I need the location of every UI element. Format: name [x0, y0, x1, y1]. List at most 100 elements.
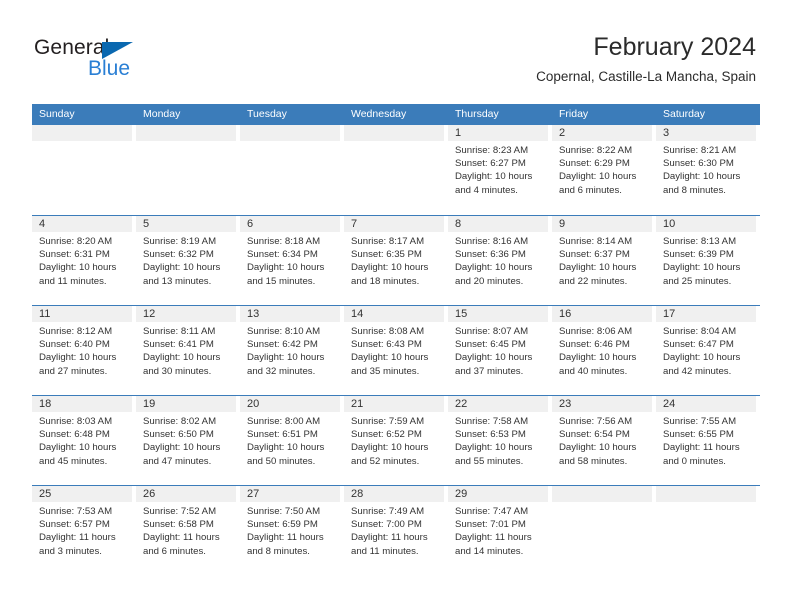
- day-number: 12: [136, 306, 236, 322]
- day-details: Sunrise: 8:06 AM Sunset: 6:46 PM Daylight:…: [552, 322, 654, 378]
- daylight-text-line2: and 58 minutes.: [559, 455, 628, 467]
- calendar-day-cell[interactable]: 15 Sunrise: 8:07 AM Sunset: 6:45 PM Dayligh…: [448, 306, 552, 395]
- sunrise-text: Sunrise: 7:50 AM: [247, 506, 321, 517]
- page-subtitle: Copernal, Castille-La Mancha, Spain: [536, 69, 756, 84]
- sunset-text: Sunset: 6:47 PM: [663, 339, 734, 351]
- day-number: 22: [448, 396, 548, 412]
- calendar-day-cell[interactable]: 25 Sunrise: 7:53 AM Sunset: 6:57 PM Dayligh…: [32, 486, 136, 575]
- day-details: [344, 141, 446, 144]
- daylight-text-line2: and 6 minutes.: [143, 545, 206, 557]
- calendar-day-cell[interactable]: 21 Sunrise: 7:59 AM Sunset: 6:52 PM Dayligh…: [344, 396, 448, 485]
- daylight-text-line2: and 6 minutes.: [559, 184, 622, 196]
- sunset-text: Sunset: 6:27 PM: [455, 158, 526, 170]
- calendar-day-cell[interactable]: 8 Sunrise: 8:16 AM Sunset: 6:36 PM Daylight…: [448, 216, 552, 305]
- calendar-day-cell[interactable]: 3 Sunrise: 8:21 AM Sunset: 6:30 PM Daylight…: [656, 125, 760, 215]
- calendar-day-cell[interactable]: 24 Sunrise: 7:55 AM Sunset: 6:55 PM Dayligh…: [656, 396, 760, 485]
- daylight-text-line1: Daylight: 10 hours: [247, 442, 325, 454]
- calendar-day-cell[interactable]: 10 Sunrise: 8:13 AM Sunset: 6:39 PM Dayligh…: [656, 216, 760, 305]
- sunrise-text: Sunrise: 8:11 AM: [143, 326, 216, 337]
- calendar-grid: Sunday Monday Tuesday Wednesday Thursday Frid…: [32, 104, 760, 575]
- sunrise-text: Sunrise: 8:03 AM: [39, 416, 113, 427]
- daylight-text-line1: Daylight: 10 hours: [559, 442, 637, 454]
- day-number: 1: [448, 125, 548, 141]
- calendar-day-cell[interactable]: 16 Sunrise: 8:06 AM Sunset: 6:46 PM Dayligh…: [552, 306, 656, 395]
- daylight-text-line1: Daylight: 11 hours: [143, 532, 220, 544]
- sunrise-text: Sunrise: 7:47 AM: [455, 506, 529, 517]
- daylight-text-line1: Daylight: 10 hours: [143, 352, 221, 364]
- calendar-day-cell[interactable]: 18 Sunrise: 8:03 AM Sunset: 6:48 PM Dayligh…: [32, 396, 136, 485]
- day-number: [656, 486, 756, 502]
- day-details: Sunrise: 7:58 AM Sunset: 6:53 PM Daylight:…: [448, 412, 550, 468]
- calendar-day-cell[interactable]: 2 Sunrise: 8:22 AM Sunset: 6:29 PM Daylight…: [552, 125, 656, 215]
- calendar-day-cell[interactable]: 23 Sunrise: 7:56 AM Sunset: 6:54 PM Dayligh…: [552, 396, 656, 485]
- daylight-text-line2: and 42 minutes.: [663, 365, 732, 377]
- day-details: Sunrise: 7:56 AM Sunset: 6:54 PM Daylight:…: [552, 412, 654, 468]
- day-number: 4: [32, 216, 132, 232]
- day-number: 8: [448, 216, 548, 232]
- sunset-text: Sunset: 6:37 PM: [559, 249, 630, 261]
- day-number: 3: [656, 125, 756, 141]
- day-details: Sunrise: 8:14 AM Sunset: 6:37 PM Daylight:…: [552, 232, 654, 288]
- daylight-text-line2: and 25 minutes.: [663, 275, 732, 287]
- day-number: [136, 125, 236, 141]
- calendar-day-cell[interactable]: 9 Sunrise: 8:14 AM Sunset: 6:37 PM Daylight…: [552, 216, 656, 305]
- sunset-text: Sunset: 6:36 PM: [455, 249, 526, 261]
- calendar-day-cell[interactable]: 12 Sunrise: 8:11 AM Sunset: 6:41 PM Dayligh…: [136, 306, 240, 395]
- daylight-text-line1: Daylight: 11 hours: [663, 442, 740, 454]
- day-details: Sunrise: 8:21 AM Sunset: 6:30 PM Daylight:…: [656, 141, 758, 197]
- calendar-day-cell[interactable]: 7 Sunrise: 8:17 AM Sunset: 6:35 PM Daylight…: [344, 216, 448, 305]
- daylight-text-line2: and 30 minutes.: [143, 365, 212, 377]
- daylight-text-line1: Daylight: 10 hours: [455, 352, 533, 364]
- sunrise-text: Sunrise: 8:22 AM: [559, 145, 633, 156]
- calendar-day-cell[interactable]: 20 Sunrise: 8:00 AM Sunset: 6:51 PM Dayligh…: [240, 396, 344, 485]
- sunset-text: Sunset: 6:59 PM: [247, 519, 318, 531]
- day-number: 28: [344, 486, 444, 502]
- sunrise-text: Sunrise: 8:08 AM: [351, 326, 425, 337]
- general-blue-logo[interactable]: General Blue: [34, 36, 234, 86]
- calendar-day-cell[interactable]: 19 Sunrise: 8:02 AM Sunset: 6:50 PM Dayligh…: [136, 396, 240, 485]
- calendar-day-cell[interactable]: 11 Sunrise: 8:12 AM Sunset: 6:40 PM Dayligh…: [32, 306, 136, 395]
- day-number: 13: [240, 306, 340, 322]
- calendar-day-cell[interactable]: 28 Sunrise: 7:49 AM Sunset: 7:00 PM Dayligh…: [344, 486, 448, 575]
- daylight-text-line1: Daylight: 10 hours: [663, 262, 741, 274]
- calendar-day-cell[interactable]: 22 Sunrise: 7:58 AM Sunset: 6:53 PM Dayligh…: [448, 396, 552, 485]
- calendar-day-cell[interactable]: 14 Sunrise: 8:08 AM Sunset: 6:43 PM Dayligh…: [344, 306, 448, 395]
- calendar-day-cell[interactable]: 17 Sunrise: 8:04 AM Sunset: 6:47 PM Dayligh…: [656, 306, 760, 395]
- calendar-page: General Blue February 2024 Copernal, Cas…: [0, 0, 792, 612]
- daylight-text-line2: and 55 minutes.: [455, 455, 524, 467]
- calendar-day-cell[interactable]: 26 Sunrise: 7:52 AM Sunset: 6:58 PM Dayligh…: [136, 486, 240, 575]
- day-number: 16: [552, 306, 652, 322]
- daylight-text-line1: Daylight: 10 hours: [559, 352, 637, 364]
- sunset-text: Sunset: 6:42 PM: [247, 339, 318, 351]
- day-number: 6: [240, 216, 340, 232]
- weekday-header-row: Sunday Monday Tuesday Wednesday Thursday Frid…: [32, 104, 760, 125]
- daylight-text-line1: Daylight: 10 hours: [143, 442, 221, 454]
- daylight-text-line1: Daylight: 10 hours: [143, 262, 221, 274]
- day-details: Sunrise: 8:03 AM Sunset: 6:48 PM Daylight:…: [32, 412, 134, 468]
- day-details: Sunrise: 7:55 AM Sunset: 6:55 PM Daylight:…: [656, 412, 758, 468]
- calendar-day-cell-empty: [240, 125, 344, 215]
- day-number: 5: [136, 216, 236, 232]
- calendar-day-cell[interactable]: 27 Sunrise: 7:50 AM Sunset: 6:59 PM Dayligh…: [240, 486, 344, 575]
- calendar-day-cell[interactable]: 4 Sunrise: 8:20 AM Sunset: 6:31 PM Daylight…: [32, 216, 136, 305]
- daylight-text-line2: and 45 minutes.: [39, 455, 108, 467]
- sunrise-text: Sunrise: 7:56 AM: [559, 416, 633, 427]
- day-details: Sunrise: 8:04 AM Sunset: 6:47 PM Daylight:…: [656, 322, 758, 378]
- day-details: Sunrise: 8:20 AM Sunset: 6:31 PM Daylight:…: [32, 232, 134, 288]
- sunrise-text: Sunrise: 7:52 AM: [143, 506, 217, 517]
- calendar-day-cell[interactable]: 13 Sunrise: 8:10 AM Sunset: 6:42 PM Dayligh…: [240, 306, 344, 395]
- daylight-text-line1: Daylight: 10 hours: [455, 262, 533, 274]
- day-number: [344, 125, 444, 141]
- calendar-day-cell[interactable]: 1 Sunrise: 8:23 AM Sunset: 6:27 PM Daylight…: [448, 125, 552, 215]
- calendar-day-cell[interactable]: 29 Sunrise: 7:47 AM Sunset: 7:01 PM Dayligh…: [448, 486, 552, 575]
- day-details: Sunrise: 8:02 AM Sunset: 6:50 PM Daylight:…: [136, 412, 238, 468]
- sunset-text: Sunset: 6:54 PM: [559, 429, 630, 441]
- daylight-text-line1: Daylight: 10 hours: [39, 262, 117, 274]
- calendar-weeks: 1 Sunrise: 8:23 AM Sunset: 6:27 PM Daylight…: [32, 125, 760, 575]
- daylight-text-line1: Daylight: 10 hours: [351, 352, 429, 364]
- daylight-text-line1: Daylight: 10 hours: [455, 442, 533, 454]
- calendar-day-cell[interactable]: 6 Sunrise: 8:18 AM Sunset: 6:34 PM Daylight…: [240, 216, 344, 305]
- day-number: 18: [32, 396, 132, 412]
- sunset-text: Sunset: 6:34 PM: [247, 249, 318, 261]
- calendar-day-cell[interactable]: 5 Sunrise: 8:19 AM Sunset: 6:32 PM Daylight…: [136, 216, 240, 305]
